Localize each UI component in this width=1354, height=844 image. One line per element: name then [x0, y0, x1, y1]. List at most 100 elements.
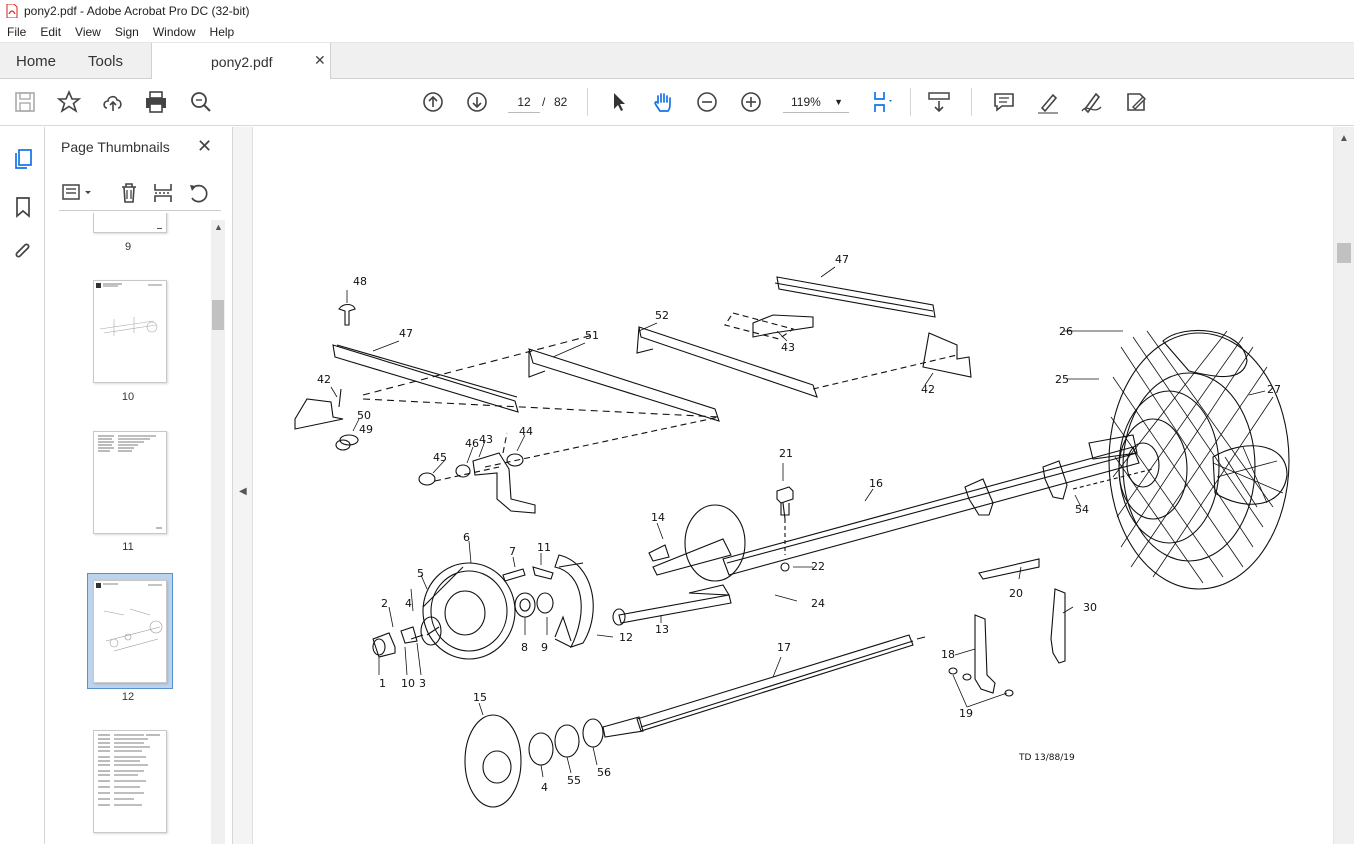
- collapse-left-icon: ◀: [239, 486, 247, 497]
- menu-edit[interactable]: Edit: [33, 25, 68, 39]
- draw-tool-icon[interactable]: [1079, 89, 1105, 115]
- thumbnails-panel: Page Thumbnails ✕ 9 10 11 12 ▲: [45, 127, 233, 844]
- tab-bar: Home Tools pony2.pdf ✕: [0, 43, 1354, 79]
- fill-sign-icon[interactable]: [1123, 89, 1149, 115]
- part-callout-number: 47: [835, 253, 849, 266]
- thumbnail-page-number: 12: [121, 691, 135, 703]
- part-callout-number: 43: [479, 433, 493, 446]
- zoom-out-icon[interactable]: [694, 89, 720, 115]
- attachment-paperclip-icon[interactable]: [11, 240, 35, 264]
- drawing-reference: TD 13/88/19: [1018, 753, 1075, 763]
- part-callout-number: 19: [959, 707, 973, 720]
- hand-tool-icon[interactable]: [650, 89, 676, 115]
- panel-collapse-handle[interactable]: ◀: [233, 127, 253, 844]
- scroll-mode-icon[interactable]: [926, 89, 952, 115]
- part-callout-number: 5: [417, 567, 424, 580]
- part-callout-number: 21: [779, 447, 793, 460]
- part-callout-number: 42: [921, 383, 935, 396]
- menu-sign[interactable]: Sign: [108, 25, 146, 39]
- part-callout-number: 54: [1075, 503, 1089, 516]
- part-callout-number: 46: [465, 437, 479, 450]
- part-callout-number: 8: [521, 641, 528, 654]
- part-callout-number: 50: [357, 409, 371, 422]
- tab-tools[interactable]: Tools: [88, 53, 123, 70]
- thumbnail-page-number: 10: [121, 391, 135, 403]
- toolbar-divider: [587, 88, 588, 116]
- panel-toolbar: [59, 173, 221, 211]
- part-callout-number: 49: [359, 423, 373, 436]
- part-callout-number: 2: [381, 597, 388, 610]
- part-callout-number: 18: [941, 648, 955, 661]
- page-thumbnail-current[interactable]: [93, 580, 167, 683]
- page-number-input[interactable]: 12: [508, 91, 540, 113]
- menu-file[interactable]: File: [0, 25, 33, 39]
- insert-pages-icon[interactable]: [151, 181, 175, 205]
- part-callout-number: 43: [781, 341, 795, 354]
- thumbnail-options-icon[interactable]: [61, 181, 97, 205]
- document-scrollbar[interactable]: ▲: [1333, 127, 1354, 844]
- zoom-level-select[interactable]: 119% ▼: [783, 91, 849, 113]
- title-bar: pony2.pdf - Adobe Acrobat Pro DC (32-bit…: [0, 0, 1354, 22]
- highlight-pen-icon[interactable]: [1035, 89, 1061, 115]
- part-callout-number: 30: [1083, 601, 1097, 614]
- menu-bar: File Edit View Sign Window Help: [0, 22, 1354, 43]
- document-scroll-thumb[interactable]: [1337, 243, 1351, 263]
- toolbar-divider: [910, 88, 911, 116]
- part-callout-number: 47: [399, 327, 413, 340]
- part-callout-number: 3: [419, 677, 426, 690]
- select-cursor-icon[interactable]: [606, 89, 632, 115]
- next-page-icon[interactable]: [464, 89, 490, 115]
- tab-document-label: pony2.pdf: [211, 54, 273, 70]
- save-icon[interactable]: [12, 89, 38, 115]
- print-icon[interactable]: [143, 89, 169, 115]
- part-callout-number: 11: [537, 541, 551, 554]
- scroll-up-icon[interactable]: ▲: [1339, 133, 1349, 144]
- thumbnail-scrollbar[interactable]: ▲: [211, 220, 225, 844]
- thumbnail-page-number: 11: [122, 541, 134, 553]
- page-fit-icon[interactable]: [870, 89, 896, 115]
- part-callout-number: 6: [463, 531, 470, 544]
- part-callout-number: 15: [473, 691, 487, 704]
- page-thumbnail[interactable]: [93, 213, 167, 233]
- part-callout-number: 10: [401, 677, 415, 690]
- zoom-search-icon[interactable]: [188, 89, 214, 115]
- part-callout-number: 13: [655, 623, 669, 636]
- page-thumbnail[interactable]: [93, 431, 167, 534]
- page-thumbnail[interactable]: [93, 730, 167, 833]
- toolbar: 12 / 82 119% ▼: [0, 79, 1354, 126]
- menu-help[interactable]: Help: [203, 25, 242, 39]
- star-icon[interactable]: [56, 89, 82, 115]
- delete-trash-icon[interactable]: [117, 181, 141, 205]
- menu-window[interactable]: Window: [146, 25, 203, 39]
- part-callout-number: 48: [353, 275, 367, 288]
- part-callout-number: 14: [651, 511, 665, 524]
- tab-document[interactable]: pony2.pdf ✕: [151, 43, 331, 79]
- page-thumbnail[interactable]: [93, 280, 167, 383]
- bookmark-icon[interactable]: [11, 195, 35, 219]
- document-view[interactable]: 48 47 51 52 47 43 42 26 25 27 42 50 49 45 46 43 44 21 16 54…: [253, 127, 1333, 844]
- menu-view[interactable]: View: [68, 25, 108, 39]
- exploded-axle-drawing: 4847 51524743422625274250494546 4344211654…: [294, 253, 1290, 808]
- rotate-icon[interactable]: [186, 181, 210, 205]
- upload-cloud-icon[interactable]: [100, 89, 126, 115]
- window-title: pony2.pdf - Adobe Acrobat Pro DC (32-bit…: [24, 4, 250, 18]
- comment-icon[interactable]: [991, 89, 1017, 115]
- part-callout-number: 25: [1055, 373, 1069, 386]
- page-separator: /: [542, 95, 546, 109]
- scroll-up-icon[interactable]: ▲: [214, 222, 223, 232]
- thumbnail-scroll-thumb[interactable]: [212, 300, 224, 330]
- close-tab-icon[interactable]: ✕: [314, 52, 326, 69]
- part-callout-number: 45: [433, 451, 447, 464]
- page-thumbnails-icon[interactable]: [11, 147, 35, 171]
- zoom-in-icon[interactable]: [738, 89, 764, 115]
- part-callout-number: 24: [811, 597, 825, 610]
- part-callout-number: 12: [619, 631, 633, 644]
- zoom-level-value: 119%: [791, 95, 821, 109]
- page-total: 82: [554, 95, 568, 109]
- part-callout-number: 4: [405, 597, 412, 610]
- tab-home[interactable]: Home: [16, 53, 56, 70]
- part-callout-number: 56: [597, 766, 611, 779]
- previous-page-icon[interactable]: [420, 89, 446, 115]
- part-callout-number: 7: [509, 545, 516, 558]
- close-panel-icon[interactable]: ✕: [197, 136, 212, 157]
